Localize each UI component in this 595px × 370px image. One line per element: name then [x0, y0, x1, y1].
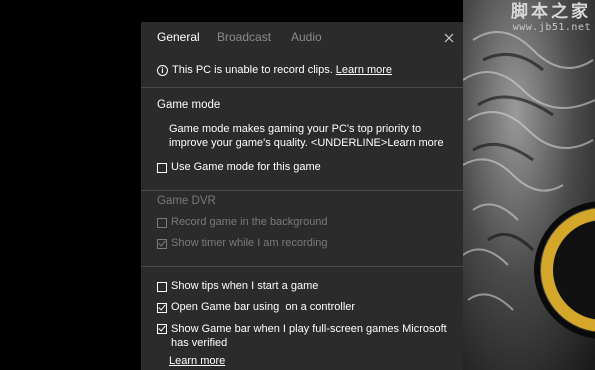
tab-general[interactable]: General	[157, 30, 200, 44]
watermark-url: www.jb51.net	[512, 22, 591, 33]
divider	[141, 87, 463, 88]
tab-bar: General Broadcast Audio	[141, 22, 463, 52]
game-bar-settings-panel: General Broadcast Audio i This PC is una…	[141, 22, 463, 370]
game-mode-title: Game mode	[157, 99, 221, 111]
watermark: 脚本之家 www.jb51.net	[511, 2, 591, 34]
show-tips-checkbox[interactable]: Show tips when I start a game	[157, 280, 318, 292]
close-icon[interactable]	[443, 31, 455, 43]
watermark-chinese-text: 脚本之家	[511, 2, 591, 22]
game-dvr-title: Game DVR	[157, 195, 216, 207]
show-tips-label: Show tips when I start a game	[171, 280, 319, 292]
game-mode-description: Game mode makes gaming your PC's top pri…	[169, 123, 444, 149]
tab-audio[interactable]: Audio	[291, 30, 322, 44]
show-timer-checkbox[interactable]: Show timer while I am recording	[157, 237, 328, 249]
checkbox-box[interactable]	[157, 324, 167, 334]
tab-broadcast[interactable]: Broadcast	[217, 30, 271, 44]
open-game-bar-label: Open Game bar using on a controller	[171, 301, 356, 313]
record-background-checkbox[interactable]: Record game in the background	[157, 216, 328, 228]
use-game-mode-checkbox[interactable]: Use Game mode for this game	[157, 161, 321, 173]
show-timer-label: Show timer while I am recording	[171, 237, 328, 249]
info-icon: i	[157, 64, 168, 76]
divider	[141, 190, 463, 191]
checkbox-box[interactable]	[157, 218, 167, 228]
use-game-mode-label: Use Game mode for this game	[171, 161, 321, 173]
divider	[141, 266, 463, 267]
show-game-bar-fullscreen-label: Show Game bar when I play full-screen ga…	[171, 323, 447, 349]
record-warning: i This PC is unable to record clips. Lea…	[157, 64, 392, 76]
desktop-background-left	[0, 0, 141, 370]
open-game-bar-controller-checkbox[interactable]: Open Game bar using on a controller	[157, 301, 355, 313]
checkbox-box[interactable]	[157, 239, 167, 249]
owl-wallpaper-image	[463, 0, 595, 370]
checkbox-box[interactable]	[157, 282, 167, 292]
record-warning-text: This PC is unable to record clips.	[172, 64, 333, 76]
bottom-learn-more-link-row: Learn more	[169, 355, 225, 367]
show-game-bar-fullscreen-checkbox[interactable]: Show Game bar when I play full-screen ga…	[157, 322, 461, 350]
record-learn-more-link[interactable]: Learn more	[336, 64, 392, 76]
record-background-label: Record game in the background	[171, 216, 328, 228]
bottom-learn-more-link[interactable]: Learn more	[169, 355, 225, 367]
checkbox-box[interactable]	[157, 303, 167, 313]
checkbox-box[interactable]	[157, 163, 167, 173]
